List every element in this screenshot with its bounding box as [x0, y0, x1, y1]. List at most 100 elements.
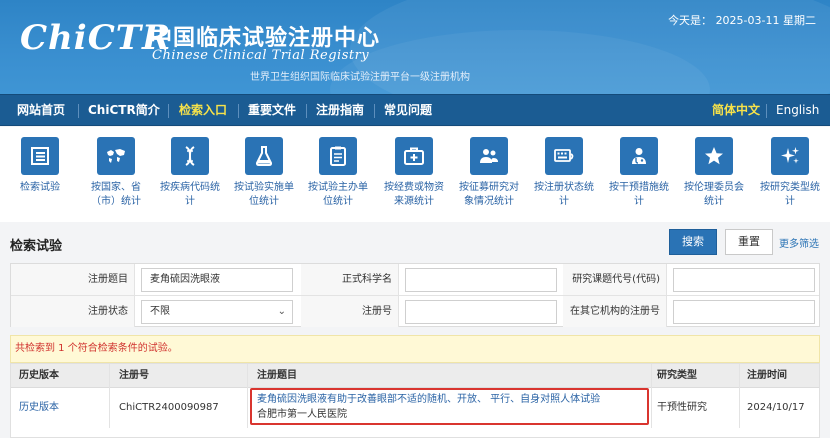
history-version-link[interactable]: 历史版本 — [19, 388, 59, 428]
status-select-value: 不限 — [150, 306, 170, 317]
site-logo[interactable]: ChiCTR — [20, 18, 171, 58]
today-label: 今天是： — [668, 14, 713, 27]
search-panel: 检索试验 搜索 重置 更多筛选 注册题目 麦角硫因洗眼液 正式科学名 研究课题代… — [0, 222, 830, 438]
nav-about[interactable]: ChiCTR简介 — [88, 95, 160, 125]
form-row: 注册状态 不限 ⌄ 注册号 在其它机构的注册号 — [11, 296, 819, 328]
icon-label: 检索试验 — [20, 182, 60, 193]
reset-button[interactable]: 重置 — [725, 229, 773, 255]
lang-english[interactable]: English — [776, 95, 819, 125]
result-count-notice: 共检索到 1 个符合检索条件的试验。 — [10, 335, 820, 363]
sci-title-input[interactable] — [405, 268, 557, 292]
icon-stat-implementer[interactable]: 按试验实施单 位统计 — [228, 137, 300, 209]
highlight-box — [250, 388, 649, 425]
icon-stat-sponsor[interactable]: 按试验主办单 位统计 — [302, 137, 374, 209]
icon-label: 按国家、省 — [91, 182, 141, 193]
search-form: 注册题目 麦角硫因洗眼液 正式科学名 研究课题代号(代码) 注册状态 不限 ⌄ … — [10, 263, 820, 327]
col-history: 历史版本 — [19, 370, 59, 381]
icon-label: 按注册状态统 — [534, 182, 594, 193]
results-table: 历史版本 注册号 注册题目 研究类型 注册时间 历史版本 ChiCTR24000… — [10, 363, 820, 438]
icon-label: 象情况统计 — [464, 196, 514, 207]
reg-title-input[interactable]: 麦角硫因洗眼液 — [141, 268, 293, 292]
nav-documents[interactable]: 重要文件 — [248, 95, 296, 125]
search-button[interactable]: 搜索 — [669, 229, 717, 255]
table-header: 历史版本 注册号 注册题目 研究类型 注册时间 — [11, 364, 819, 388]
icon-label: 计 — [185, 196, 195, 207]
sparkle-icon — [771, 137, 809, 175]
reg-no-label: 注册号 — [301, 296, 399, 327]
icon-label: 按经费或物资 — [384, 182, 444, 193]
icon-stat-country[interactable]: 按国家、省 （市）统计 — [80, 137, 152, 209]
icon-label: 位统计 — [249, 196, 279, 207]
col-reg-date: 注册时间 — [747, 370, 787, 381]
page-title: 检索试验 — [10, 239, 63, 254]
icon-stat-intervention[interactable]: 按干预措施统计 — [603, 137, 675, 209]
logo-text: ChiCTR — [20, 18, 172, 58]
icon-label: 位统计 — [323, 196, 353, 207]
icon-label: 按研究类型统 — [760, 182, 820, 193]
medkit-icon — [395, 137, 433, 175]
nav-separator — [766, 104, 767, 118]
people-icon — [470, 137, 508, 175]
icon-stat-study-type[interactable]: 按研究类型统计 — [754, 137, 826, 209]
icon-stat-funding[interactable]: 按经费或物资 来源统计 — [378, 137, 450, 209]
icon-label: 按征募研究对 — [459, 182, 519, 193]
icon-stat-status[interactable]: 按注册状态统计 — [528, 137, 600, 209]
chevron-down-icon: ⌄ — [277, 306, 286, 317]
icon-label: 计 — [785, 196, 795, 207]
star-icon — [695, 137, 733, 175]
col-title: 注册题目 — [257, 370, 297, 381]
nav-home[interactable]: 网站首页 — [17, 95, 65, 125]
dna-icon — [171, 137, 209, 175]
list-icon — [21, 137, 59, 175]
project-code-input[interactable] — [673, 268, 815, 292]
icon-search-trials[interactable]: 检索试验 — [4, 137, 76, 195]
form-row: 注册题目 麦角硫因洗眼液 正式科学名 研究课题代号(代码) — [11, 264, 819, 296]
world-map-icon — [97, 137, 135, 175]
lang-simplified-chinese[interactable]: 简体中文 — [712, 95, 760, 125]
icon-label: 按伦理委员会 — [684, 182, 744, 193]
col-study-type: 研究类型 — [657, 370, 697, 381]
reg-date-cell: 2024/10/17 — [747, 402, 805, 413]
icon-label: 按疾病代码统 — [160, 182, 220, 193]
nav-separator — [306, 104, 307, 118]
reg-title-label: 注册题目 — [11, 264, 135, 295]
more-filter-link[interactable]: 更多筛选 — [779, 235, 819, 250]
site-header: ChiCTR 中国临床试验注册中心 Chinese Clinical Trial… — [0, 0, 830, 94]
other-reg-label: 在其它机构的注册号 — [563, 296, 667, 327]
nav-separator — [238, 104, 239, 118]
other-reg-input[interactable] — [673, 300, 815, 324]
icon-label: （市）统计 — [91, 196, 141, 207]
icon-stat-recruitment[interactable]: 按征募研究对 象情况统计 — [453, 137, 525, 209]
status-label: 注册状态 — [11, 296, 135, 327]
nav-separator — [78, 104, 79, 118]
main-nav: 网站首页 ChiCTR简介 检索入口 重要文件 注册指南 常见问题 简体中文 E… — [0, 94, 830, 126]
icon-label: 按试验主办单 — [308, 182, 368, 193]
project-code-label: 研究课题代号(代码) — [563, 264, 667, 295]
keyboard-icon — [545, 137, 583, 175]
reg-no-cell: ChiCTR2400090987 — [119, 402, 219, 413]
today-date-value: 2025-03-11 — [715, 14, 780, 27]
flask-icon — [245, 137, 283, 175]
nav-separator — [168, 104, 169, 118]
nav-separator — [374, 104, 375, 118]
icon-stat-ethics[interactable]: 按伦理委员会 统计 — [678, 137, 750, 209]
nav-guide[interactable]: 注册指南 — [316, 95, 364, 125]
nav-search-entry[interactable]: 检索入口 — [179, 95, 227, 125]
site-title-en: Chinese Clinical Trial Registry — [152, 48, 370, 63]
reg-no-input[interactable] — [405, 300, 557, 324]
sci-title-label: 正式科学名 — [301, 264, 399, 295]
icon-label: 计 — [559, 196, 569, 207]
doctor-icon — [620, 137, 658, 175]
col-reg-no: 注册号 — [119, 370, 149, 381]
nav-faq[interactable]: 常见问题 — [384, 95, 432, 125]
study-type-cell: 干预性研究 — [657, 402, 707, 413]
today-date: 今天是： 2025-03-11 星期二 — [668, 12, 816, 28]
site-subtitle: 世界卫生组织国际临床试验注册平台一级注册机构 — [250, 72, 470, 83]
icon-label: 统计 — [704, 196, 724, 207]
icon-label: 计 — [634, 196, 644, 207]
clipboard-icon — [319, 137, 357, 175]
icon-label: 来源统计 — [394, 196, 434, 207]
stats-icon-bar: 检索试验 按国家、省 （市）统计 按疾病代码统计 按试验实施单 位统计 按试验主办单… — [0, 127, 830, 222]
icon-stat-disease[interactable]: 按疾病代码统计 — [154, 137, 226, 209]
status-select[interactable]: 不限 ⌄ — [141, 300, 293, 324]
